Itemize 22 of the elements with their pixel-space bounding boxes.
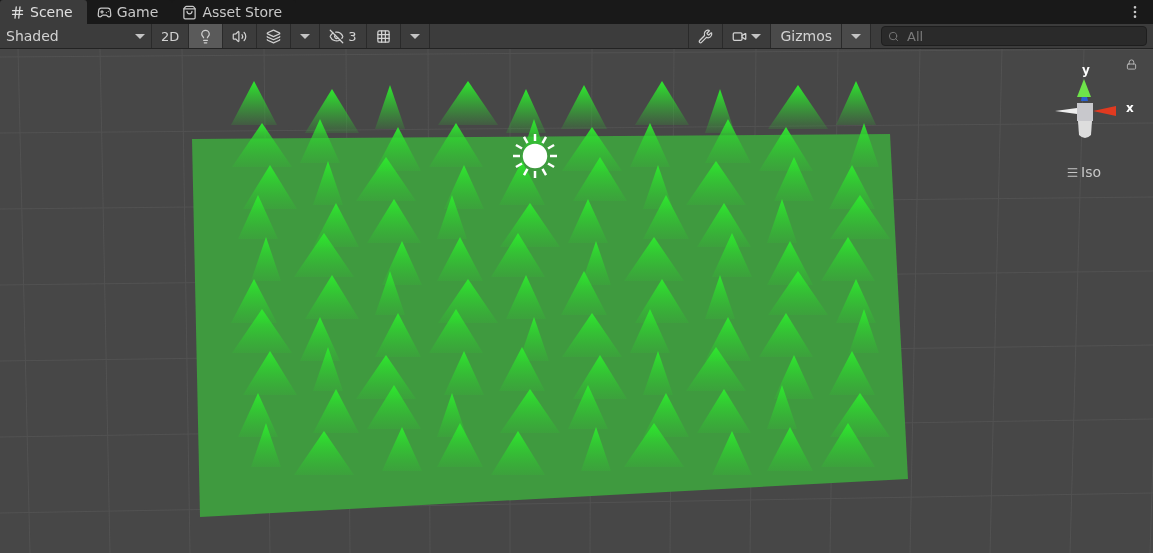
- gizmos-dropdown[interactable]: [842, 24, 871, 48]
- layers-icon: [266, 28, 282, 44]
- tab[interactable]: Scene: [0, 0, 87, 24]
- gamepad-icon: [96, 4, 112, 20]
- bag-icon: [182, 4, 198, 20]
- x-axis-label: x: [1126, 101, 1134, 115]
- hash-icon: [10, 4, 25, 20]
- search-field[interactable]: All: [881, 26, 1147, 46]
- menu-icon: [1066, 165, 1079, 179]
- speaker-icon: [232, 28, 248, 44]
- search-icon: [888, 30, 899, 42]
- projection-toggle[interactable]: Iso: [1066, 164, 1101, 180]
- sun-icon: [513, 134, 557, 178]
- tools-button[interactable]: [688, 24, 724, 48]
- gizmos-button[interactable]: Gizmos: [771, 24, 842, 48]
- y-axis-label: y: [1082, 63, 1090, 77]
- wrench-icon: [698, 28, 714, 44]
- search-input[interactable]: All: [905, 27, 1109, 45]
- grid-icon: [375, 28, 391, 44]
- lighting-toggle[interactable]: [189, 24, 224, 48]
- lock-icon[interactable]: [1126, 59, 1137, 70]
- eye-off-icon: [329, 28, 345, 44]
